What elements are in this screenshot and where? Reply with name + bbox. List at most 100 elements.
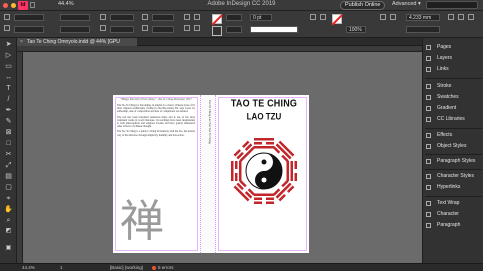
gradient-icon: [426, 106, 431, 111]
rotate-field[interactable]: [152, 14, 174, 21]
panel-cc-libraries[interactable]: CC Libraries: [425, 115, 482, 124]
panel-gradient[interactable]: Gradient: [425, 104, 482, 113]
back-paragraph: The Tao Te Ching is a guide to living in…: [117, 130, 195, 137]
height-field[interactable]: [60, 26, 90, 33]
error-indicator-icon: [152, 266, 156, 270]
direct-selection-tool-icon[interactable]: ▷: [4, 51, 13, 60]
panel-label: CC Libraries: [437, 116, 465, 122]
constrain-icon[interactable]: [4, 25, 10, 31]
panel-stroke[interactable]: Stroke: [425, 82, 482, 91]
stroke-swatch[interactable]: [212, 26, 222, 36]
back-cover-text-frame[interactable]: The Tao Te Ching (or Daodejing, in pinyi…: [117, 104, 195, 139]
type-tool-icon[interactable]: T: [4, 84, 13, 93]
panel-swatches[interactable]: Swatches: [425, 93, 482, 102]
opacity-field[interactable]: 100%: [346, 26, 366, 33]
panel-object-styles[interactable]: Object Styles: [425, 142, 482, 151]
rotate-icon[interactable]: [142, 14, 148, 20]
search-field[interactable]: [426, 1, 478, 9]
panel-character-styles[interactable]: Character Styles: [425, 172, 482, 181]
document-tab-bar: × Tao Te Ching Omnyolo.indd @ 44% [GPU P…: [17, 38, 422, 53]
page-number-field[interactable]: 1: [60, 265, 63, 270]
close-tab-icon[interactable]: ×: [20, 38, 23, 46]
bagua-graphic[interactable]: [228, 135, 300, 207]
selection-tool-icon[interactable]: ➤: [4, 40, 13, 49]
page-tool-icon[interactable]: ▭: [4, 62, 13, 71]
select-container-icon[interactable]: [184, 25, 190, 31]
flip-vertical-icon[interactable]: [194, 14, 200, 20]
x-field[interactable]: [14, 14, 44, 21]
column-field[interactable]: [406, 26, 440, 33]
panel-menu-icon[interactable]: [468, 14, 474, 20]
panel-divider: [425, 169, 482, 170]
panel-links[interactable]: Links: [425, 65, 482, 74]
panel-label: Swatches: [437, 94, 459, 100]
scissors-tool-icon[interactable]: ✂: [4, 150, 13, 159]
zen-kanji-graphic[interactable]: 禅: [120, 200, 164, 244]
panel-label: Effects: [437, 132, 453, 138]
align-center-icon[interactable]: [458, 14, 464, 20]
panel-hyperlinks[interactable]: Hyperlinks: [425, 183, 482, 192]
select-content-icon[interactable]: [194, 25, 200, 31]
gap-tool-icon[interactable]: ↔: [4, 73, 13, 82]
pencil-tool-icon[interactable]: ✎: [4, 117, 13, 126]
scale-y-icon[interactable]: [100, 25, 106, 31]
fill-dropdown[interactable]: [226, 14, 242, 21]
back-cover-quote[interactable]: "Happy Yourself of Everything" - Tao Te …: [117, 98, 195, 101]
panel-text-wrap[interactable]: Text Wrap: [425, 199, 482, 208]
document-tab[interactable]: × Tao Te Ching Omnyolo.indd @ 44% [GPU P…: [17, 38, 137, 53]
text-wrap-icon: [426, 201, 431, 206]
front-cover-title[interactable]: TAO TE CHING: [226, 97, 302, 109]
panel-layers[interactable]: Layers: [425, 54, 482, 63]
panel-paragraph[interactable]: Paragraph: [425, 221, 482, 230]
pen-tool-icon[interactable]: ✒: [4, 106, 13, 115]
back-paragraph: The Tao Te Ching (or Daodejing, in pinyi…: [117, 104, 195, 114]
panel-character[interactable]: Character: [425, 210, 482, 219]
scale-y-field[interactable]: [110, 26, 134, 33]
stroke-weight-field[interactable]: 0 pt: [250, 14, 272, 21]
reference-point-icon[interactable]: [4, 14, 10, 20]
effects-icon: [426, 133, 431, 138]
gradient-tool-icon[interactable]: ▤: [4, 172, 13, 181]
workspace-switcher[interactable]: Advanced ▾: [392, 1, 421, 7]
spine-text[interactable]: Tao Te Ching Lao Tzu Tao Te Ching: [204, 100, 212, 170]
publish-online-label: Publish Online: [345, 2, 381, 8]
front-cover-author[interactable]: LAO TZU: [226, 111, 302, 121]
swatches-icon: [426, 95, 431, 100]
stroke-weight-value: 0 pt: [253, 15, 262, 21]
screen-mode-icon[interactable]: ▣: [4, 244, 13, 253]
y-field[interactable]: [14, 26, 44, 33]
style-status[interactable]: [Basic] (working): [110, 265, 143, 270]
hand-tool-icon[interactable]: ✋: [4, 205, 13, 214]
panel-label: Character Styles: [437, 173, 474, 179]
zoom-status[interactable]: 44.4%: [22, 265, 35, 270]
shear-icon[interactable]: [142, 25, 148, 31]
fx-icon[interactable]: [310, 14, 316, 20]
scale-x-icon[interactable]: [100, 14, 106, 20]
text-frame-options-icon[interactable]: [380, 14, 386, 20]
panel-effects[interactable]: Effects: [425, 131, 482, 140]
stroke-dropdown[interactable]: [226, 26, 242, 33]
zoom-tool-icon[interactable]: ⌕: [4, 216, 13, 225]
fill-stroke-icon[interactable]: ◩: [4, 227, 13, 236]
rectangle-frame-tool-icon[interactable]: ⊠: [4, 128, 13, 137]
stroke-type-dropdown[interactable]: [250, 26, 298, 33]
eyedropper-tool-icon[interactable]: ⌖: [4, 194, 13, 203]
preflight-errors[interactable]: 5 errors: [158, 265, 174, 270]
status-bar: 44.4% 1 [Basic] (working) 5 errors: [0, 263, 483, 271]
shear-field[interactable]: [152, 26, 174, 33]
flip-horizontal-icon[interactable]: [184, 14, 190, 20]
publish-online-button[interactable]: Publish Online: [340, 1, 386, 10]
scale-x-field[interactable]: [110, 14, 134, 21]
line-tool-icon[interactable]: /: [4, 95, 13, 104]
layers-icon: [426, 56, 431, 61]
offset-field[interactable]: 4.233 mm: [406, 14, 440, 21]
note-tool-icon[interactable]: ▢: [4, 183, 13, 192]
drop-shadow-icon[interactable]: [320, 14, 326, 20]
rectangle-tool-icon[interactable]: □: [4, 139, 13, 148]
panel-pages[interactable]: Pages: [425, 43, 482, 52]
align-left-icon[interactable]: [448, 14, 454, 20]
free-transform-tool-icon[interactable]: ⤢: [4, 161, 13, 170]
panel-paragraph-styles[interactable]: Paragraph Styles: [425, 157, 482, 166]
width-field[interactable]: [60, 14, 90, 21]
auto-fit-icon[interactable]: [390, 14, 396, 20]
